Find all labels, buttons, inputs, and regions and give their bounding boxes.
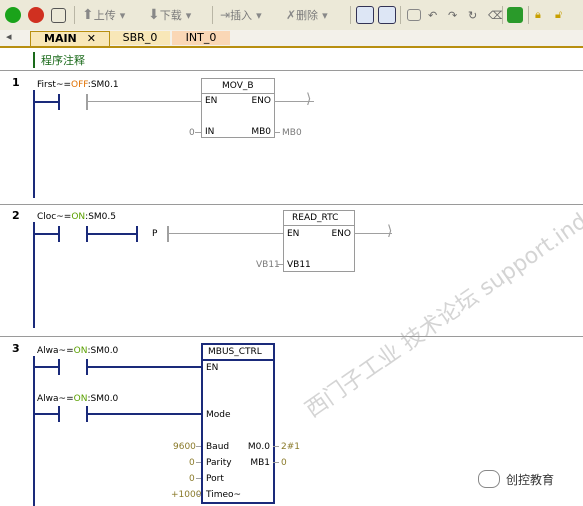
delete-icon: ✗ xyxy=(286,8,297,22)
up-arrow-icon: ⬆ xyxy=(82,7,94,23)
down-arrow-icon: ⬇ xyxy=(148,7,160,23)
stop-button[interactable] xyxy=(28,5,44,25)
mov-out-value[interactable]: MB0 xyxy=(282,128,302,138)
no-contact-icon[interactable] xyxy=(58,359,60,375)
redo-button[interactable]: ↻ xyxy=(468,5,477,25)
program-comment[interactable]: 程序注释 xyxy=(33,52,85,68)
back-icon: ↶ xyxy=(428,8,438,22)
stop-icon xyxy=(28,7,44,23)
upload-button[interactable]: ⬆ 上传 ▾ xyxy=(82,5,125,25)
network-divider xyxy=(0,70,583,71)
power-rail xyxy=(33,356,35,506)
trend-icon xyxy=(378,6,396,24)
compile-icon xyxy=(51,7,66,23)
insert-button[interactable]: ⇥ 插入 ▾ xyxy=(220,5,262,25)
run-icon xyxy=(5,7,21,23)
tab-sbr0[interactable]: SBR_0 xyxy=(110,31,170,45)
contact-label: Alwa~=ON:SM0.0 xyxy=(37,346,119,356)
no-contact-icon[interactable] xyxy=(136,226,138,242)
mbus-ctrl-block[interactable]: MBUS_CTRL EN Mode Baud M0.0 Parity MB1 P… xyxy=(201,343,275,504)
compile-button[interactable] xyxy=(51,5,66,25)
mov-in-value[interactable]: 0 xyxy=(189,128,195,138)
lock-icon: 🔒︎ xyxy=(535,8,541,21)
view-icon xyxy=(407,9,421,21)
enter-icon xyxy=(507,7,523,23)
network-number: 1 xyxy=(12,76,20,89)
parity-value[interactable]: 0 xyxy=(189,458,195,468)
timeout-value[interactable]: +1000 xyxy=(171,490,201,500)
unlock-button[interactable]: 🔓︎ xyxy=(555,5,562,25)
contact-label: First~=OFF:SM0.1 xyxy=(37,80,119,90)
read-rtc-block[interactable]: READ_RTC EN ENO VB11 xyxy=(283,210,355,272)
monitor-icon xyxy=(356,6,374,24)
error-value[interactable]: 0 xyxy=(281,458,287,468)
output-arrow-icon: ⟩ xyxy=(306,91,312,107)
output-arrow-icon: ⟩ xyxy=(387,223,393,239)
contact-label: Cloc~=ON:SM0.5 xyxy=(37,212,116,222)
no-contact-icon[interactable] xyxy=(58,226,60,242)
enter-button[interactable] xyxy=(507,5,523,25)
back-button[interactable]: ↶ xyxy=(428,5,437,25)
baud-value[interactable]: 9600 xyxy=(173,442,196,452)
forward-button[interactable]: ↷ xyxy=(448,5,457,25)
port-value[interactable]: 0 xyxy=(189,474,195,484)
network-number: 2 xyxy=(12,209,20,222)
download-button[interactable]: ⬇ 下载 ▾ xyxy=(148,5,191,25)
toolbar: ⬆ 上传 ▾ ⬇ 下载 ▾ ⇥ 插入 ▾ ✗ 删除 ▾ ↶ ↷ ↻ ⌫ 🔒︎ 🔓︎ xyxy=(0,0,583,31)
network-divider xyxy=(0,204,583,205)
trend-button[interactable] xyxy=(378,5,396,25)
contact-label: Alwa~=ON:SM0.0 xyxy=(37,394,119,404)
monitor-button[interactable] xyxy=(356,5,374,25)
no-contact-icon[interactable] xyxy=(58,406,60,422)
mov-b-block[interactable]: MOV_B EN ENO IN MB0 xyxy=(201,78,275,138)
forward-icon: ↷ xyxy=(448,8,458,22)
wechat-icon xyxy=(478,470,500,488)
done-value[interactable]: 2#1 xyxy=(281,442,300,452)
no-contact-icon[interactable] xyxy=(58,94,60,110)
unlock-icon: 🔓︎ xyxy=(555,8,563,21)
tab-main[interactable]: MAIN ✕ xyxy=(30,31,110,46)
rtc-in-value[interactable]: VB11 xyxy=(256,260,280,270)
lock-button[interactable]: 🔒︎ xyxy=(535,5,541,25)
network-number: 3 xyxy=(12,342,20,355)
power-rail xyxy=(33,90,35,198)
insert-icon: ⇥ xyxy=(220,8,231,22)
tab-bar: ◂ MAIN ✕ SBR_0 INT_0 xyxy=(0,30,583,48)
close-icon[interactable]: ✕ xyxy=(87,32,96,45)
tab-scroll-left-icon[interactable]: ◂ xyxy=(6,30,12,43)
tab-int0[interactable]: INT_0 xyxy=(172,31,230,45)
delete-button[interactable]: ✗ 删除 ▾ xyxy=(286,5,328,25)
network-divider xyxy=(0,336,583,337)
view-button[interactable] xyxy=(407,5,421,25)
brand-badge: 创控教育 xyxy=(478,470,554,488)
power-rail xyxy=(33,222,35,328)
redo-icon: ↻ xyxy=(468,8,478,22)
run-button[interactable] xyxy=(5,5,21,25)
positive-edge-label: P xyxy=(152,229,158,239)
